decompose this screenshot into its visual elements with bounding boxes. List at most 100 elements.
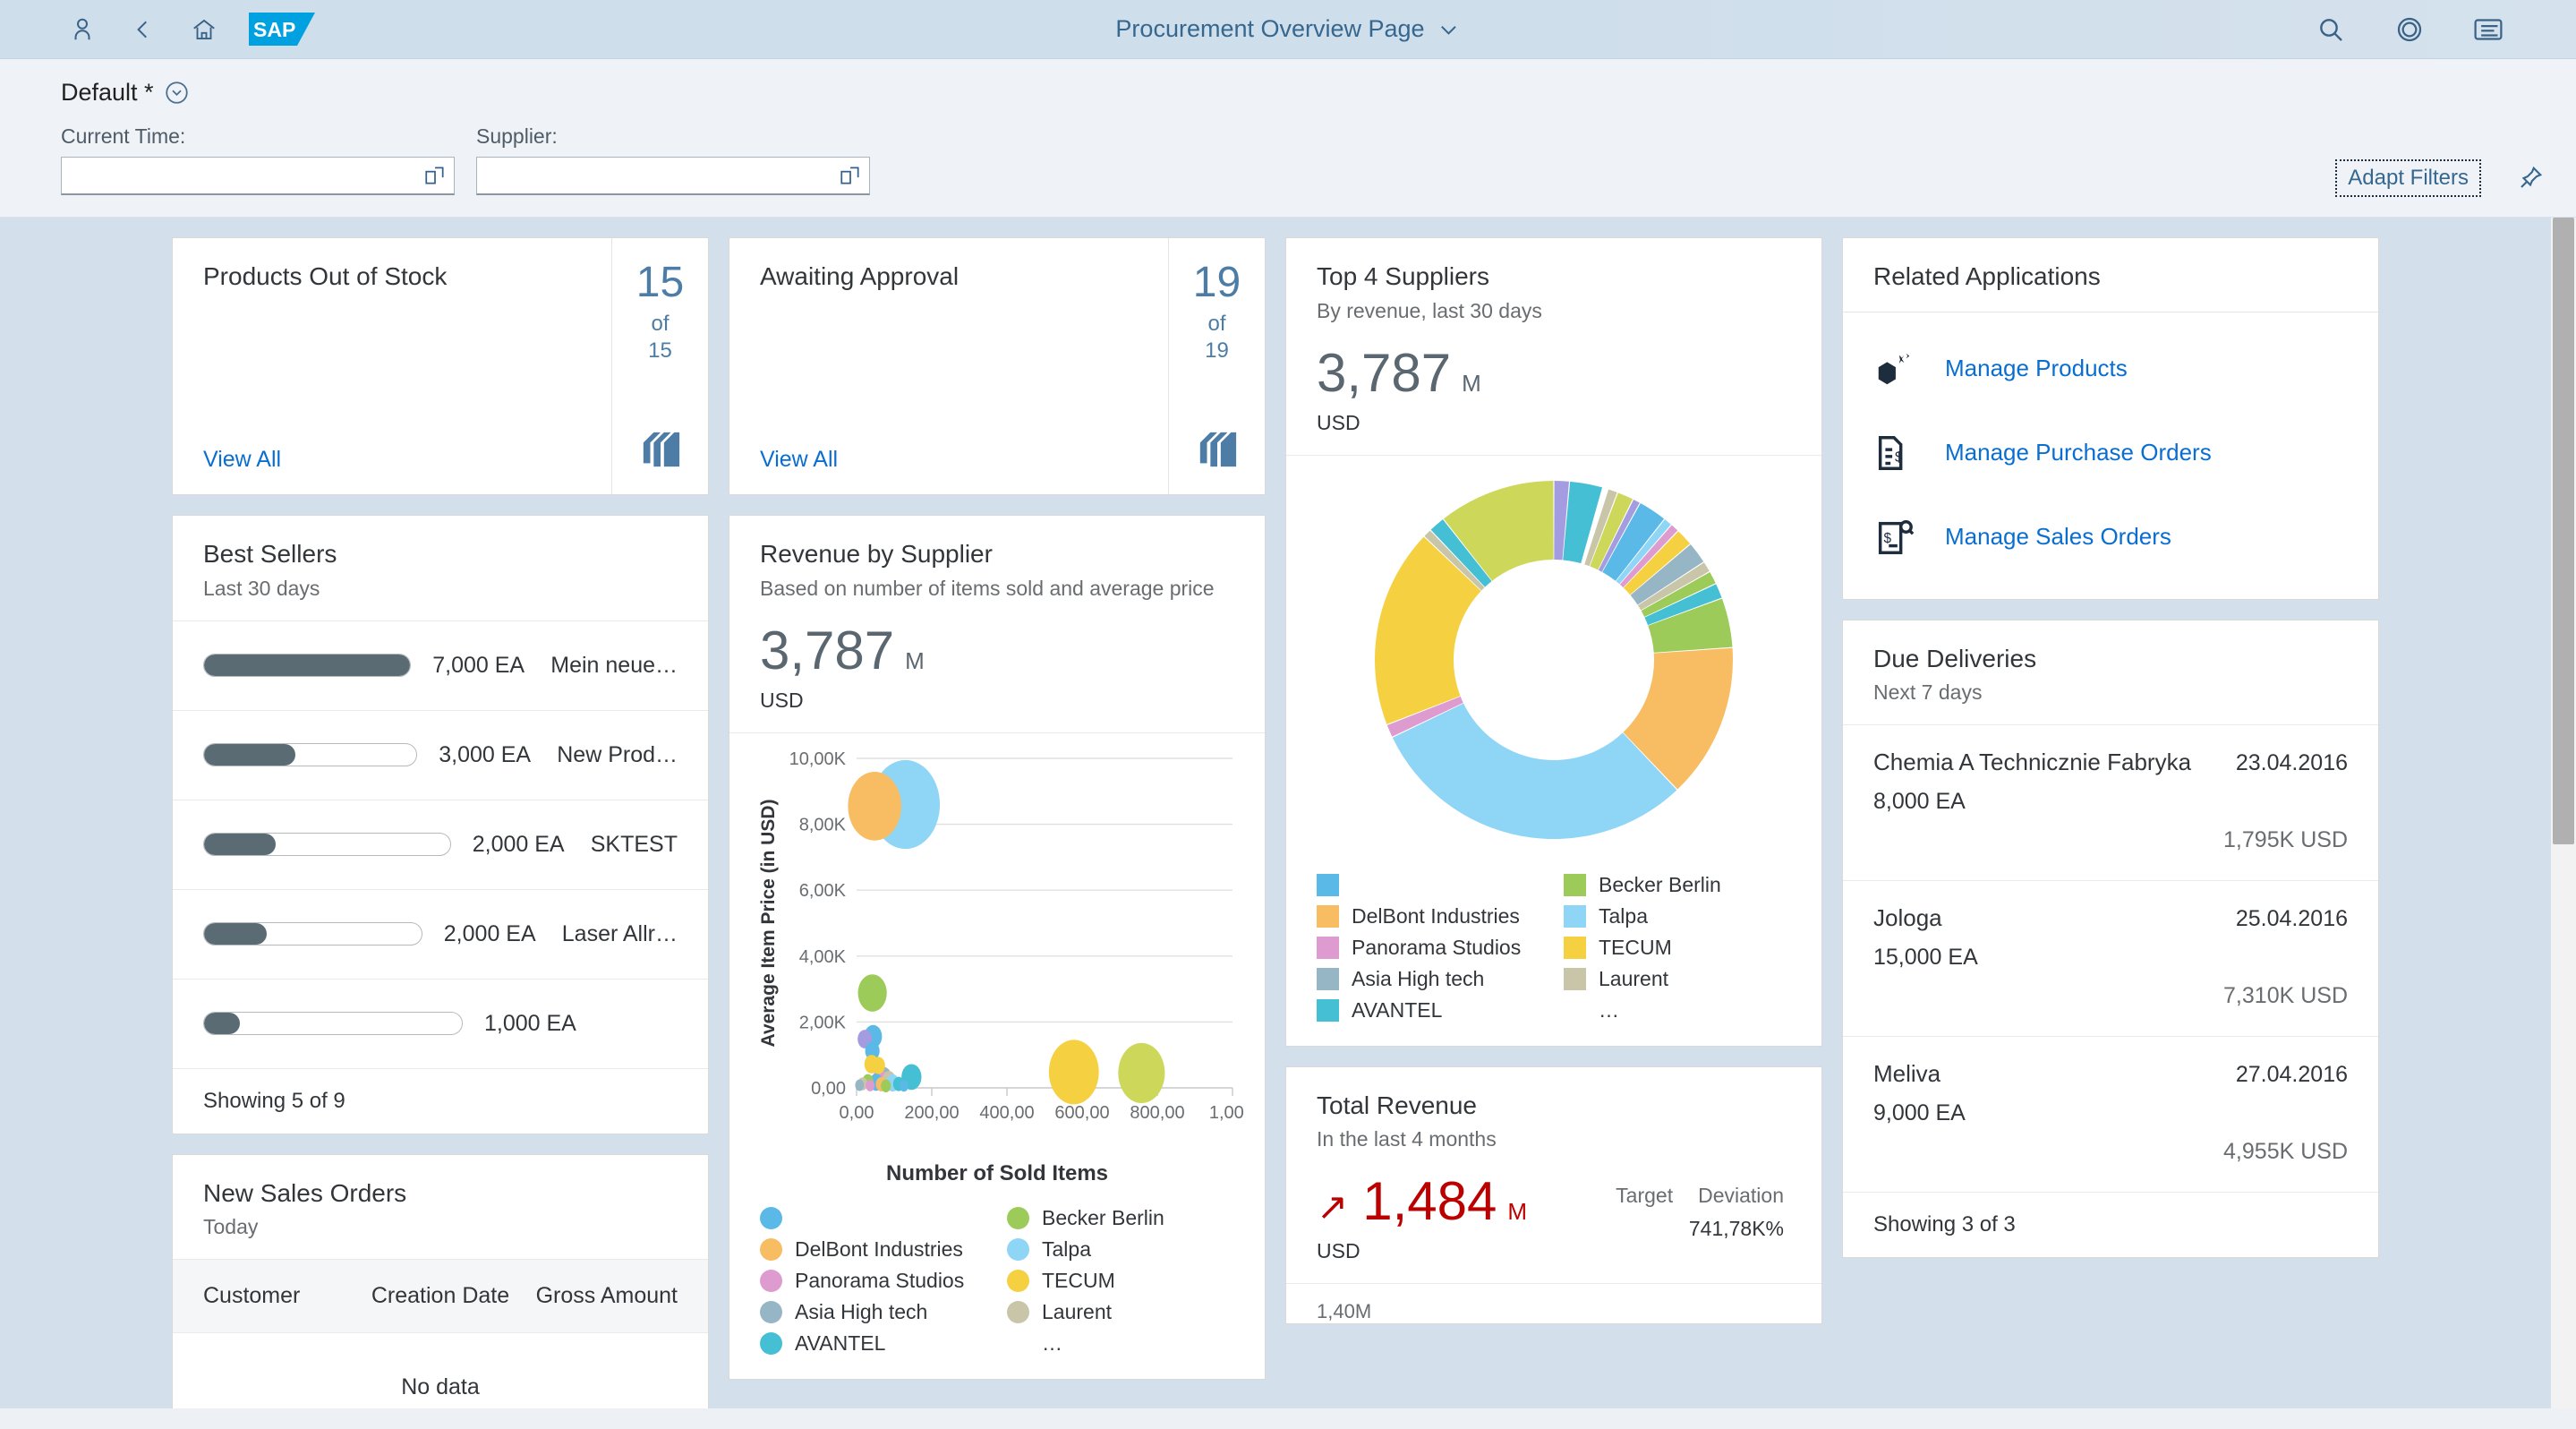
scatter-legend: Becker Berlin DelBont Industries Talpa Pano… [729, 1186, 1265, 1379]
scatter-chart[interactable]: Average Item Price (in USD)0,002,00K4,00… [729, 732, 1265, 1186]
card-revenue-by-supplier[interactable]: Revenue by Supplier Based on number of i… [729, 515, 1266, 1380]
legend-item[interactable]: TECUM [1007, 1269, 1234, 1293]
due-delivery-row[interactable]: Chemia A Technicznie Fabryka23.04.20168,… [1843, 724, 2378, 880]
legend-item[interactable]: DelBont Industries [1317, 904, 1544, 928]
back-icon[interactable] [124, 10, 163, 49]
scatter-point[interactable] [858, 974, 887, 1012]
legend-label: AVANTEL [795, 1331, 885, 1356]
supplier-input-wrap[interactable] [476, 157, 870, 195]
card-related-applications: Related Applications Manage Products [1842, 237, 2379, 600]
best-seller-row[interactable]: 3,000 EANew Prod… [173, 710, 708, 800]
legend-label: DelBont Industries [1352, 904, 1520, 928]
scatter-point[interactable] [855, 1079, 864, 1091]
best-seller-row[interactable]: 1,000 EA [173, 979, 708, 1068]
related-app-manage-products[interactable]: Manage Products [1843, 327, 2378, 411]
legend-item[interactable]: TECUM [1564, 936, 1791, 960]
scatter-point[interactable] [1118, 1042, 1164, 1102]
best-seller-row[interactable]: 7,000 EAMein neue… [173, 620, 708, 710]
scatter-x-tick: 200,00 [904, 1103, 959, 1123]
best-seller-row[interactable]: 2,000 EALaser Allr… [173, 889, 708, 979]
legend-item[interactable]: … [1007, 1331, 1234, 1356]
current-time-input-wrap[interactable] [61, 157, 455, 195]
shell-title[interactable]: Procurement Overview Page [1115, 15, 1460, 43]
view-all-link[interactable]: View All [203, 447, 581, 473]
column-2: Awaiting Approval View All 19 of 19 [729, 237, 1266, 1380]
sap-logo[interactable]: SAP [249, 13, 315, 46]
chevron-down-circle-icon[interactable] [165, 81, 189, 105]
legend-swatch [1317, 999, 1339, 1022]
card-awaiting-approval[interactable]: Awaiting Approval View All 19 of 19 [729, 237, 1266, 495]
scatter-point[interactable] [872, 1057, 885, 1074]
card-new-sales-orders[interactable]: New Sales Orders Today Customer Creation… [172, 1154, 709, 1408]
search-icon[interactable] [2311, 10, 2350, 49]
card-title: Total Revenue [1317, 1091, 1791, 1121]
card-due-deliveries[interactable]: Due Deliveries Next 7 days Chemia A Tech… [1842, 620, 2379, 1259]
legend-item[interactable] [1317, 873, 1544, 897]
legend-item[interactable]: Laurent [1564, 967, 1791, 991]
card-best-sellers[interactable]: Best Sellers Last 30 days 7,000 EAMein n… [172, 515, 709, 1134]
scatter-point[interactable] [866, 1080, 874, 1091]
legend-label: DelBont Industries [795, 1237, 963, 1262]
legend-item[interactable]: Panorama Studios [760, 1269, 987, 1293]
legend-item[interactable]: Becker Berlin [1007, 1206, 1234, 1230]
vertical-scrollbar-thumb[interactable] [2553, 218, 2574, 844]
home-icon[interactable] [184, 10, 224, 49]
best-seller-row[interactable]: 2,000 EASKTEST [173, 800, 708, 889]
card-top-4-suppliers[interactable]: Top 4 Suppliers By revenue, last 30 days… [1285, 237, 1822, 1047]
legend-item[interactable]: Talpa [1007, 1237, 1234, 1262]
adapt-filters-button[interactable]: Adapt Filters [2335, 159, 2481, 197]
kpi-value: 3,787 [1317, 347, 1451, 400]
view-all-link[interactable]: View All [760, 447, 1138, 473]
supplier-input[interactable] [484, 164, 839, 187]
filter-bar: Default * Current Time: Supplier: [0, 59, 2576, 218]
value-help-icon[interactable] [839, 164, 862, 187]
filter-bar-actions: Adapt Filters [2335, 159, 2544, 197]
value-help-icon[interactable] [423, 164, 447, 187]
legend-item[interactable]: Asia High tech [1317, 967, 1544, 991]
due-delivery-row[interactable]: Meliva27.04.20169,000 EA4,955K USD [1843, 1036, 2378, 1192]
legend-item[interactable]: Becker Berlin [1564, 873, 1791, 897]
legend-label: Laurent [1599, 967, 1668, 991]
related-app-link[interactable]: Manage Sales Orders [1945, 523, 2171, 551]
kpi-of-label: of [651, 312, 669, 337]
scatter-point[interactable] [1049, 1040, 1099, 1104]
legend-item[interactable]: Panorama Studios [1317, 936, 1544, 960]
donut-chart[interactable] [1286, 455, 1821, 853]
best-seller-label: 7,000 EAMein neue… [432, 653, 678, 679]
card-products-out-of-stock[interactable]: Products Out of Stock View All 15 of 15 [172, 237, 709, 495]
kpi-value-row: 3,787 M [1317, 347, 1791, 400]
card-total-revenue[interactable]: Total Revenue In the last 4 months ↗ 1,4… [1285, 1066, 1822, 1325]
total-revenue-mini-chart[interactable]: 1,40M [1286, 1283, 1821, 1323]
kpi-currency: USD [760, 689, 1234, 713]
scatter-point[interactable] [848, 772, 901, 841]
legend-item[interactable]: … [1564, 998, 1791, 1023]
legend-item[interactable]: Asia High tech [760, 1300, 987, 1324]
kpi-of-label: of [1207, 312, 1225, 337]
vertical-scrollbar-track[interactable] [2551, 218, 2576, 1408]
shell-header: SAP Procurement Overview Page [0, 0, 2576, 59]
legend-item[interactable] [760, 1206, 987, 1230]
scatter-point[interactable] [881, 1079, 891, 1091]
filter-field-supplier: Supplier: [476, 124, 870, 195]
legend-item[interactable]: AVANTEL [760, 1331, 987, 1356]
legend-item[interactable]: DelBont Industries [760, 1237, 987, 1262]
related-app-link[interactable]: Manage Purchase Orders [1945, 439, 2212, 466]
current-time-input[interactable] [69, 164, 423, 187]
due-delivery-row[interactable]: Jologa25.04.201615,000 EA7,310K USD [1843, 880, 2378, 1036]
legend-item[interactable]: AVANTEL [1317, 998, 1544, 1023]
legend-item[interactable]: Laurent [1007, 1300, 1234, 1324]
related-app-manage-sales-orders[interactable]: $ Manage Sales Orders [1843, 495, 2378, 579]
related-app-manage-purchase-orders[interactable]: $ Manage Purchase Orders [1843, 411, 2378, 495]
scatter-x-tick: 600,00 [1054, 1103, 1109, 1123]
pin-icon[interactable] [2517, 165, 2544, 192]
legend-item[interactable]: Talpa [1564, 904, 1791, 928]
legend-swatch [1317, 874, 1339, 896]
copilot-icon[interactable] [2390, 10, 2429, 49]
notifications-icon[interactable] [2469, 10, 2508, 49]
scatter-y-tick: 6,00K [799, 881, 847, 901]
scatter-point[interactable] [900, 1080, 908, 1091]
best-seller-quantity: 2,000 EA [473, 832, 591, 858]
related-app-link[interactable]: Manage Products [1945, 355, 2128, 382]
variant-selector[interactable]: Default * [0, 59, 2576, 112]
user-icon[interactable] [63, 10, 102, 49]
